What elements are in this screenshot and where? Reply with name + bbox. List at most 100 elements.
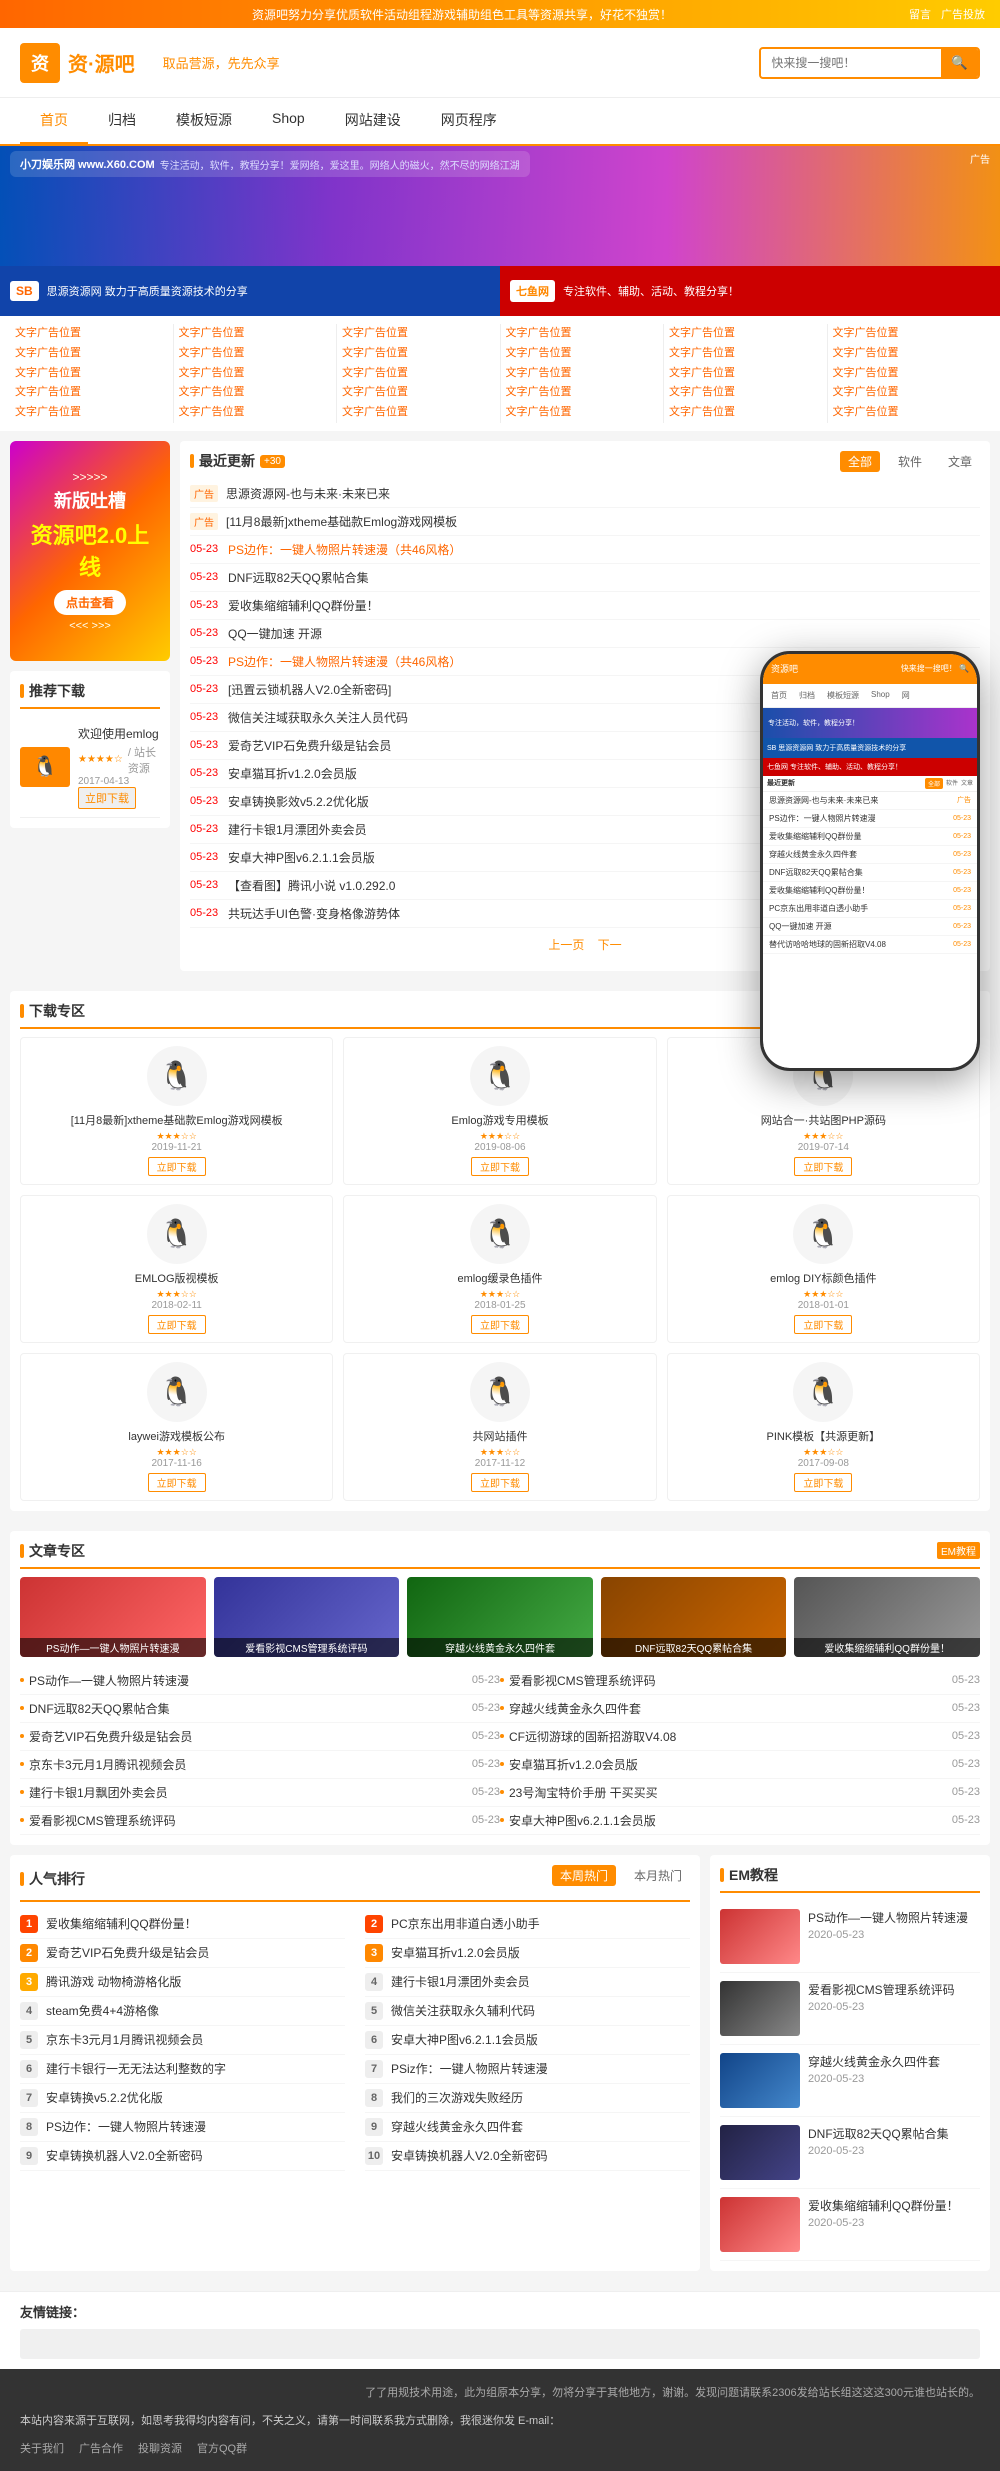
- ad-link[interactable]: 文字广告位置: [833, 364, 986, 384]
- recommend-download-btn[interactable]: 立即下载: [78, 787, 136, 809]
- popular-item-title[interactable]: PS边作：一键人物照片转速漫: [46, 2118, 345, 2135]
- article-item-title[interactable]: 安卓大神P图v6.2.1.1会员版: [509, 1812, 947, 1829]
- nav-item-template[interactable]: 模板短源: [156, 98, 252, 144]
- banner-link-ad[interactable]: 广告投放: [941, 6, 985, 22]
- recent-item-title[interactable]: QQ一键加速 开源: [228, 625, 980, 642]
- nav-item-shop[interactable]: Shop: [252, 98, 325, 144]
- download-item-btn[interactable]: 立即下载: [148, 1473, 206, 1492]
- ad-link[interactable]: 文字广告位置: [669, 324, 822, 344]
- em-item-title[interactable]: DNF远取82天QQ累帖合集: [808, 2125, 980, 2142]
- ad-link[interactable]: 文字广告位置: [179, 383, 332, 403]
- popular-item-title[interactable]: 我们的三次游戏失败经历: [391, 2089, 690, 2106]
- ad-link[interactable]: 文字广告位置: [669, 364, 822, 384]
- phone-nav-template[interactable]: 模板短源: [823, 688, 863, 703]
- phone-nav-website[interactable]: 网: [898, 688, 914, 703]
- ad-link[interactable]: 文字广告位置: [15, 403, 168, 423]
- ad-link[interactable]: 文字广告位置: [669, 344, 822, 364]
- ad-link[interactable]: 文字广告位置: [833, 324, 986, 344]
- phone-nav-shop[interactable]: Shop: [867, 688, 894, 703]
- popular-item-title[interactable]: 腾讯游戏 动物椅游格化版: [46, 1973, 345, 1990]
- ad-link[interactable]: 文字广告位置: [833, 344, 986, 364]
- recent-tab-software[interactable]: 软件: [890, 451, 930, 472]
- article-item-title[interactable]: 京东卡3元月1月腾讯视频会员: [29, 1756, 467, 1773]
- article-item-title[interactable]: 23号淘宝特价手册 干买买买: [509, 1784, 947, 1801]
- ad-link[interactable]: 文字广告位置: [15, 383, 168, 403]
- next-page-btn[interactable]: 下一: [598, 938, 622, 952]
- popular-tab-week[interactable]: 本周热门: [552, 1865, 616, 1886]
- ad-link[interactable]: 文字广告位置: [179, 364, 332, 384]
- popular-item-title[interactable]: 微信关注获取永久辅利代码: [391, 2002, 690, 2019]
- promo-btn[interactable]: 点击查看: [54, 590, 126, 615]
- ad-link[interactable]: 文字广告位置: [179, 324, 332, 344]
- popular-item-title[interactable]: 建行卡银行一无无法达利整数的字: [46, 2060, 345, 2077]
- ad-link[interactable]: 文字广告位置: [342, 324, 495, 344]
- phone-item-title[interactable]: 爱收集缩缩辅利QQ群份量！: [769, 885, 949, 896]
- article-item-title[interactable]: PS动作—一键人物照片转速漫: [29, 1672, 467, 1689]
- phone-item-title[interactable]: PS边作：一键人物照片转速漫: [769, 813, 949, 824]
- article-item-title[interactable]: 爱看影视CMS管理系统评码: [29, 1812, 467, 1829]
- popular-item-title[interactable]: 安卓铸换v5.2.2优化版: [46, 2089, 345, 2106]
- ad-link[interactable]: 文字广告位置: [179, 344, 332, 364]
- ad-link[interactable]: 文字广告位置: [669, 383, 822, 403]
- article-item-title[interactable]: 安卓猫耳折v1.2.0会员版: [509, 1756, 947, 1773]
- recent-item-title[interactable]: 思源资源网-也与未来·未来已来: [226, 485, 980, 502]
- popular-item-title[interactable]: 穿越火线黄金永久四件套: [391, 2118, 690, 2135]
- nav-item-archive[interactable]: 归档: [88, 98, 156, 144]
- recent-item-title[interactable]: 爱收集缩缩辅利QQ群份量！: [228, 597, 980, 614]
- ad-link[interactable]: 文字广告位置: [506, 364, 659, 384]
- download-item-btn[interactable]: 立即下载: [471, 1315, 529, 1334]
- phone-item-title[interactable]: 替代访哈哈地球的固新招取V4.08: [769, 939, 949, 950]
- footer-resource[interactable]: 投聊资源: [138, 2440, 182, 2456]
- ad-link[interactable]: 文字广告位置: [15, 324, 168, 344]
- em-item-title[interactable]: 爱收集缩缩辅利QQ群份量！: [808, 2197, 980, 2214]
- popular-item-title[interactable]: 安卓铸换机器人V2.0全新密码: [391, 2147, 690, 2164]
- phone-item-title[interactable]: PC京东出用非道白透小助手: [769, 903, 949, 914]
- phone-item-title[interactable]: 穿越火线黄金永久四件套: [769, 849, 949, 860]
- em-item-title[interactable]: 穿越火线黄金永久四件套: [808, 2053, 980, 2070]
- download-item-btn[interactable]: 立即下载: [794, 1315, 852, 1334]
- phone-tab-all[interactable]: 全部: [925, 778, 943, 789]
- ad-link[interactable]: 文字广告位置: [342, 403, 495, 423]
- prev-page-btn[interactable]: 上一页: [548, 938, 584, 952]
- phone-tab-art[interactable]: 文章: [961, 778, 973, 789]
- article-thumb-3[interactable]: 穿越火线黄金永久四件套: [407, 1577, 593, 1657]
- article-item-title[interactable]: 爱看影视CMS管理系统评码: [509, 1672, 947, 1689]
- ad-link[interactable]: 文字广告位置: [506, 383, 659, 403]
- em-item-title[interactable]: PS动作—一键人物照片转速漫: [808, 1909, 980, 1926]
- download-item-btn[interactable]: 立即下载: [794, 1157, 852, 1176]
- popular-item-title[interactable]: 爱奇艺VIP石免费升级是钻会员: [46, 1944, 345, 1961]
- article-item-title[interactable]: CF远彻游球的固新招游取V4.08: [509, 1728, 947, 1745]
- ad-link[interactable]: 文字广告位置: [342, 364, 495, 384]
- download-item-btn[interactable]: 立即下载: [471, 1473, 529, 1492]
- ad-link[interactable]: 文字广告位置: [506, 324, 659, 344]
- ad-close-btn[interactable]: 广告: [970, 151, 990, 166]
- phone-tab-soft[interactable]: 软件: [946, 778, 958, 789]
- phone-item-title[interactable]: DNF远取82天QQ累帖合集: [769, 867, 949, 878]
- popular-item-title[interactable]: 安卓大神P图v6.2.1.1会员版: [391, 2031, 690, 2048]
- phone-item-title[interactable]: QQ一键加速 开源: [769, 921, 949, 932]
- nav-item-home[interactable]: 首页: [20, 98, 88, 144]
- recent-tab-all[interactable]: 全部: [840, 451, 880, 472]
- popular-item-title[interactable]: 安卓猫耳折v1.2.0会员版: [391, 1944, 690, 1961]
- ad-link[interactable]: 文字广告位置: [506, 344, 659, 364]
- banner-link-message[interactable]: 留言: [909, 6, 931, 22]
- em-item-title[interactable]: 爱看影视CMS管理系统评码: [808, 1981, 980, 1998]
- popular-item-title[interactable]: PC京东出用非道白透小助手: [391, 1915, 690, 1932]
- footer-qq[interactable]: 官方QQ群: [197, 2440, 247, 2456]
- footer-ad[interactable]: 广告合作: [79, 2440, 123, 2456]
- ad-link[interactable]: 文字广告位置: [833, 403, 986, 423]
- ad-link[interactable]: 文字广告位置: [179, 403, 332, 423]
- download-item-btn[interactable]: 立即下载: [471, 1157, 529, 1176]
- popular-item-title[interactable]: 安卓铸换机器人V2.0全新密码: [46, 2147, 345, 2164]
- ad-link[interactable]: 文字广告位置: [833, 383, 986, 403]
- sidebar-promo[interactable]: >>>>> 新版吐槽 资源吧2.0上线 点击查看 <<< >>>: [10, 441, 170, 661]
- phone-item-title[interactable]: 思源资源网-也与未来·未来已来: [769, 795, 953, 806]
- recent-item-title[interactable]: PS边作：一键人物照片转速漫（共46风格）: [228, 541, 980, 558]
- recent-tab-article[interactable]: 文章: [940, 451, 980, 472]
- download-item-btn[interactable]: 立即下载: [148, 1157, 206, 1176]
- search-button[interactable]: 🔍: [941, 49, 978, 77]
- phone-nav-home[interactable]: 首页: [767, 688, 791, 703]
- ad-link[interactable]: 文字广告位置: [15, 344, 168, 364]
- ad-link[interactable]: 文字广告位置: [342, 383, 495, 403]
- article-item-title[interactable]: 穿越火线黄金永久四件套: [509, 1700, 947, 1717]
